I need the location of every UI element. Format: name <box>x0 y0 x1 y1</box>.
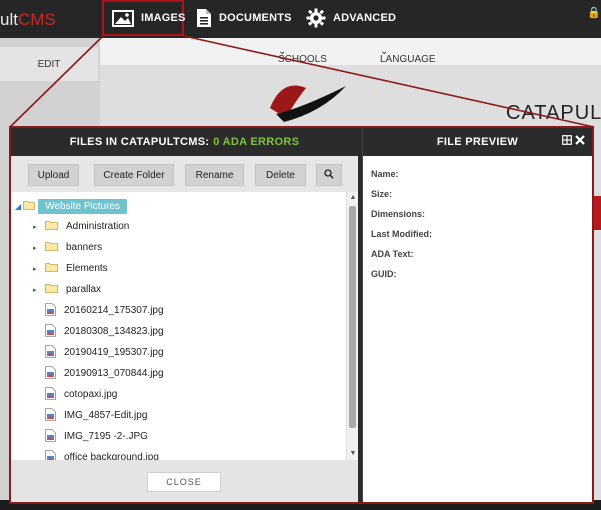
brand-logo: ultCMS <box>0 10 56 29</box>
image-icon <box>112 9 134 27</box>
gear-icon <box>306 8 326 28</box>
image-file-icon <box>45 323 56 340</box>
nav-documents-button[interactable]: DOCUMENTS <box>196 0 292 36</box>
tree-folder[interactable]: ▸ banners <box>33 237 102 258</box>
nav-advanced-button[interactable]: ADVANCED <box>306 0 396 36</box>
tree-file[interactable]: 20190419_195307.jpg <box>45 342 164 363</box>
file-label: 20160214_175307.jpg <box>64 305 164 316</box>
file-label: 20190913_070844.jpg <box>64 368 164 379</box>
scroll-down-arrow-icon[interactable]: ▼ <box>348 449 358 459</box>
folder-icon <box>45 220 58 233</box>
folder-icon <box>45 241 58 254</box>
image-file-icon <box>45 386 56 403</box>
image-file-icon <box>45 344 56 361</box>
files-panel: FILES IN CATAPULTCMS: 0 ADA ERRORS Uploa… <box>11 128 358 502</box>
tree-folder[interactable]: ▸ Elements <box>33 258 108 279</box>
files-panel-title: FILES IN CATAPULTCMS: <box>69 136 210 148</box>
tree-root[interactable]: ◢ Website Pictures <box>15 196 127 217</box>
image-file-icon <box>45 428 56 445</box>
folder-open-icon <box>23 200 36 213</box>
files-panel-footer: CLOSE <box>11 460 358 502</box>
folder-label: banners <box>66 242 103 253</box>
property-dimensions: Dimensions: <box>371 209 426 219</box>
tree-folder[interactable]: ▸ Administration <box>33 216 129 237</box>
file-tree: ◢ Website Pictures ▸ Administration ▸ ba… <box>11 192 346 460</box>
top-navigation-bar: ultCMS IMAGES DOCUMENTS ADVANCED <box>0 0 601 38</box>
expand-icon[interactable] <box>562 135 572 148</box>
ada-status: 0 ADA ERRORS <box>213 136 300 148</box>
property-ada-text: ADA Text: <box>371 249 414 259</box>
nav-images-button[interactable]: IMAGES <box>102 0 186 36</box>
rename-button[interactable]: Rename <box>185 164 244 186</box>
folder-label: parallax <box>66 284 102 295</box>
site-nav-schools[interactable]: SCHOOLS ⌄ <box>278 46 327 65</box>
expanded-arrow-icon: ◢ <box>15 202 22 211</box>
tree-file[interactable]: cotopaxi.jpg <box>45 384 117 405</box>
image-file-icon <box>45 302 56 319</box>
scroll-thumb[interactable] <box>349 206 356 428</box>
site-title: CATAPUL <box>506 102 601 124</box>
delete-button[interactable]: Delete <box>255 164 306 186</box>
create-folder-button[interactable]: Create Folder <box>94 164 174 186</box>
property-name: Name: <box>371 169 399 179</box>
file-manager-modal: FILES IN CATAPULTCMS: 0 ADA ERRORS Uploa… <box>9 126 594 504</box>
close-icon[interactable] <box>575 135 585 148</box>
tree-file[interactable]: 20190913_070844.jpg <box>45 363 164 384</box>
property-size: Size: <box>371 189 393 199</box>
document-icon <box>196 8 212 28</box>
property-guid: GUID: <box>371 269 397 279</box>
tree-file[interactable]: office background.jpg <box>45 447 159 460</box>
search-icon <box>324 168 334 182</box>
site-nav-language[interactable]: LANGUAGE ⌄ <box>380 46 436 65</box>
tree-file[interactable]: 20160214_175307.jpg <box>45 300 164 321</box>
tree-file[interactable]: IMG_7195 -2-.JPG <box>45 426 148 447</box>
search-button[interactable] <box>316 164 342 186</box>
image-file-icon <box>45 449 56 460</box>
file-label: IMG_7195 -2-.JPG <box>64 431 148 442</box>
file-label: 20180308_134823.jpg <box>64 326 164 337</box>
preview-panel: FILE PREVIEW Name: Size: Dimensions: Las… <box>362 128 592 502</box>
property-last-modified: Last Modified: <box>371 229 432 239</box>
folder-label: Elements <box>66 263 108 274</box>
nav-advanced-label: ADVANCED <box>333 12 397 24</box>
file-label: office background.jpg <box>64 452 159 460</box>
tree-folder[interactable]: ▸ parallax <box>33 279 101 300</box>
nav-documents-label: DOCUMENTS <box>219 12 292 24</box>
close-button[interactable]: CLOSE <box>147 472 221 492</box>
tree-scrollbar[interactable]: ▲ ▼ <box>346 192 358 460</box>
folder-icon <box>45 283 58 296</box>
preview-panel-header: FILE PREVIEW <box>363 128 592 156</box>
site-navigation: SCHOOLS ⌄ LANGUAGE ⌄ <box>100 38 601 66</box>
root-folder-label: Website Pictures <box>38 199 127 214</box>
folder-label: Administration <box>66 221 130 232</box>
file-toolbar: Upload Create Folder Rename Delete <box>11 156 358 192</box>
lock-icon: 🔒 <box>587 7 601 19</box>
collapsed-arrow-icon[interactable]: ▸ <box>33 244 41 252</box>
tree-file[interactable]: 20180308_134823.jpg <box>45 321 164 342</box>
file-label: 20190419_195307.jpg <box>64 347 164 358</box>
site-logo <box>270 85 346 122</box>
image-file-icon <box>45 407 56 424</box>
nav-images-label: IMAGES <box>141 12 186 24</box>
file-label: cotopaxi.jpg <box>64 389 118 400</box>
folder-icon <box>45 262 58 275</box>
file-label: IMG_4857-Edit.jpg <box>64 410 148 421</box>
tree-file[interactable]: IMG_4857-Edit.jpg <box>45 405 147 426</box>
edit-tab[interactable]: EDIT <box>0 47 98 81</box>
upload-button[interactable]: Upload <box>28 164 79 186</box>
collapsed-arrow-icon[interactable]: ▸ <box>33 286 41 294</box>
image-file-icon <box>45 365 56 382</box>
files-panel-header: FILES IN CATAPULTCMS: 0 ADA ERRORS <box>11 128 358 156</box>
collapsed-arrow-icon[interactable]: ▸ <box>33 265 41 273</box>
collapsed-arrow-icon[interactable]: ▸ <box>33 223 41 231</box>
scroll-up-arrow-icon[interactable]: ▲ <box>348 193 358 203</box>
preview-panel-title: FILE PREVIEW <box>436 136 519 148</box>
